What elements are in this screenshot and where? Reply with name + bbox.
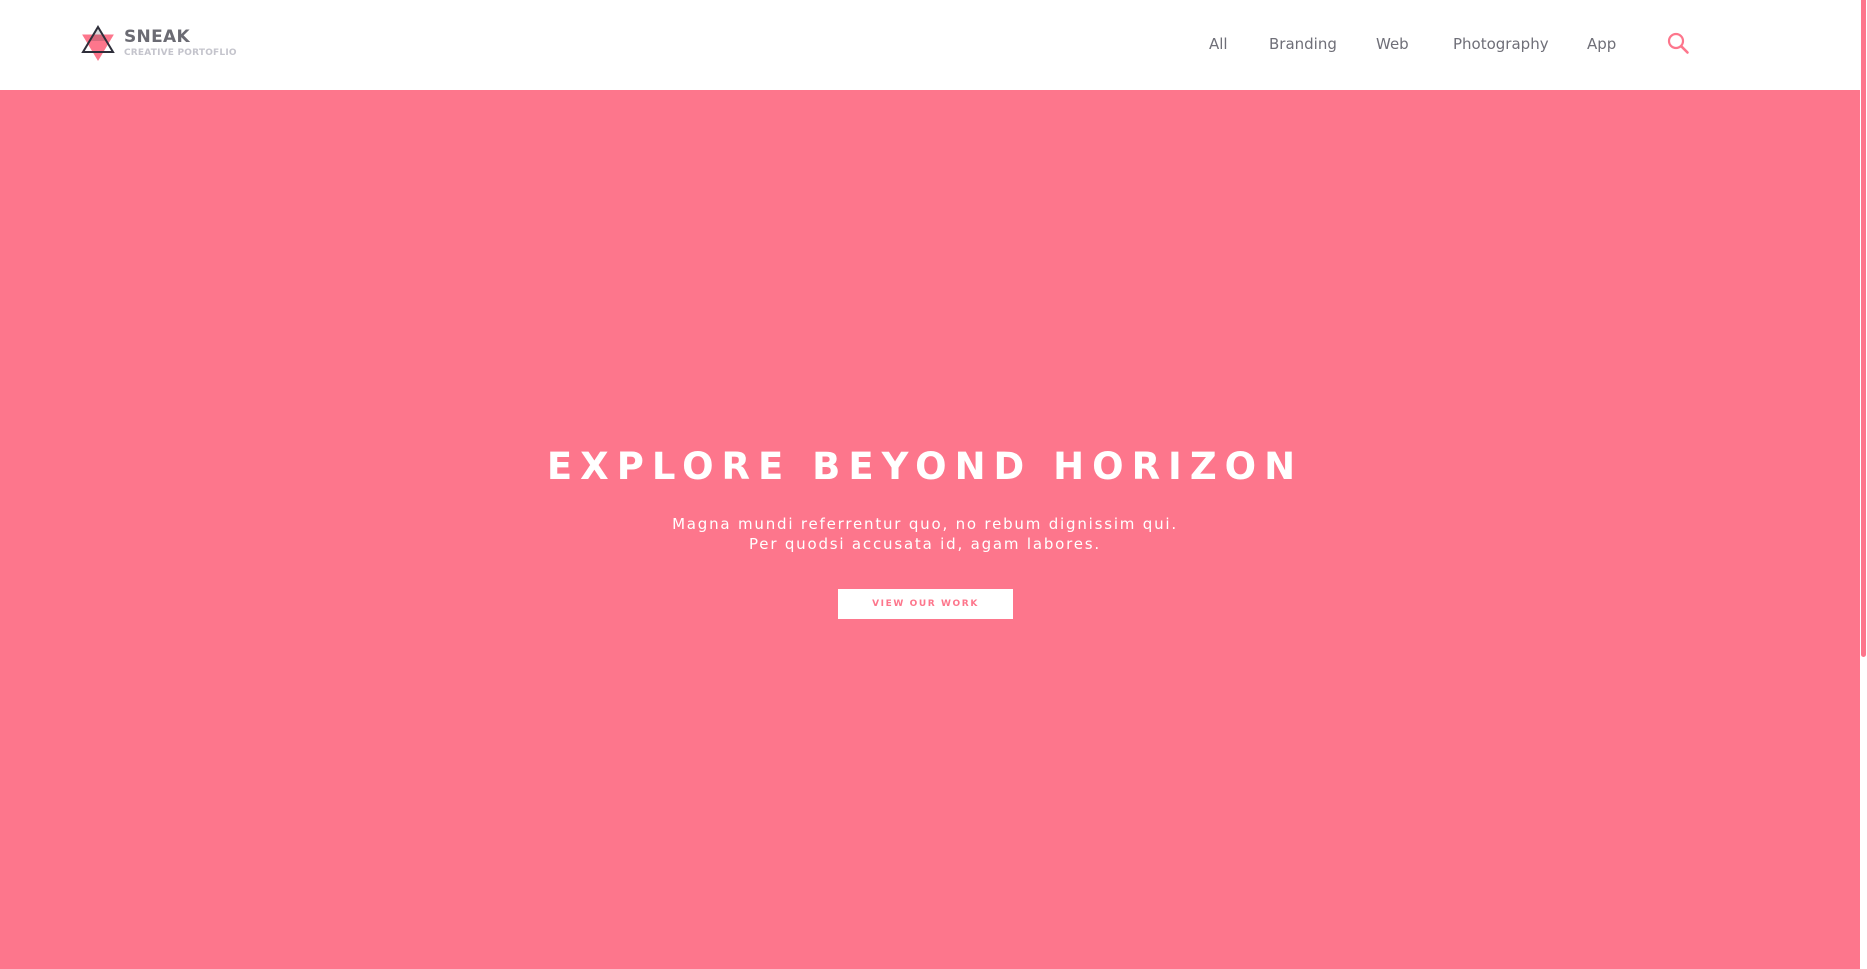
page-scrollbar[interactable] <box>1860 0 1867 969</box>
scrollbar-thumb[interactable] <box>1861 0 1866 657</box>
nav-item-app[interactable]: App <box>1587 35 1616 53</box>
nav-item-web[interactable]: Web <box>1376 35 1409 53</box>
nav-item-branding[interactable]: Branding <box>1269 35 1337 53</box>
nav-item-all[interactable]: All <box>1209 35 1228 53</box>
hero-subtitle-line-1: Magna mundi referrentur quo, no rebum di… <box>672 515 1178 533</box>
hero-section: EXPLORE BEYOND HORIZON Magna mundi refer… <box>0 90 1860 969</box>
site-header: SNEAK CREATIVE PORTOFLIO All Branding We… <box>0 0 1860 90</box>
hero-title: EXPLORE BEYOND HORIZON <box>546 445 1304 488</box>
view-our-work-button[interactable]: VIEW OUR WORK <box>838 589 1013 619</box>
main-nav: All Branding Web Photography App <box>0 0 1860 90</box>
page: SNEAK CREATIVE PORTOFLIO All Branding We… <box>0 0 1867 969</box>
nav-item-photography[interactable]: Photography <box>1453 35 1549 53</box>
hero-subtitle-line-2: Per quodsi accusata id, agam labores. <box>748 535 1101 553</box>
search-icon[interactable] <box>1666 31 1690 55</box>
